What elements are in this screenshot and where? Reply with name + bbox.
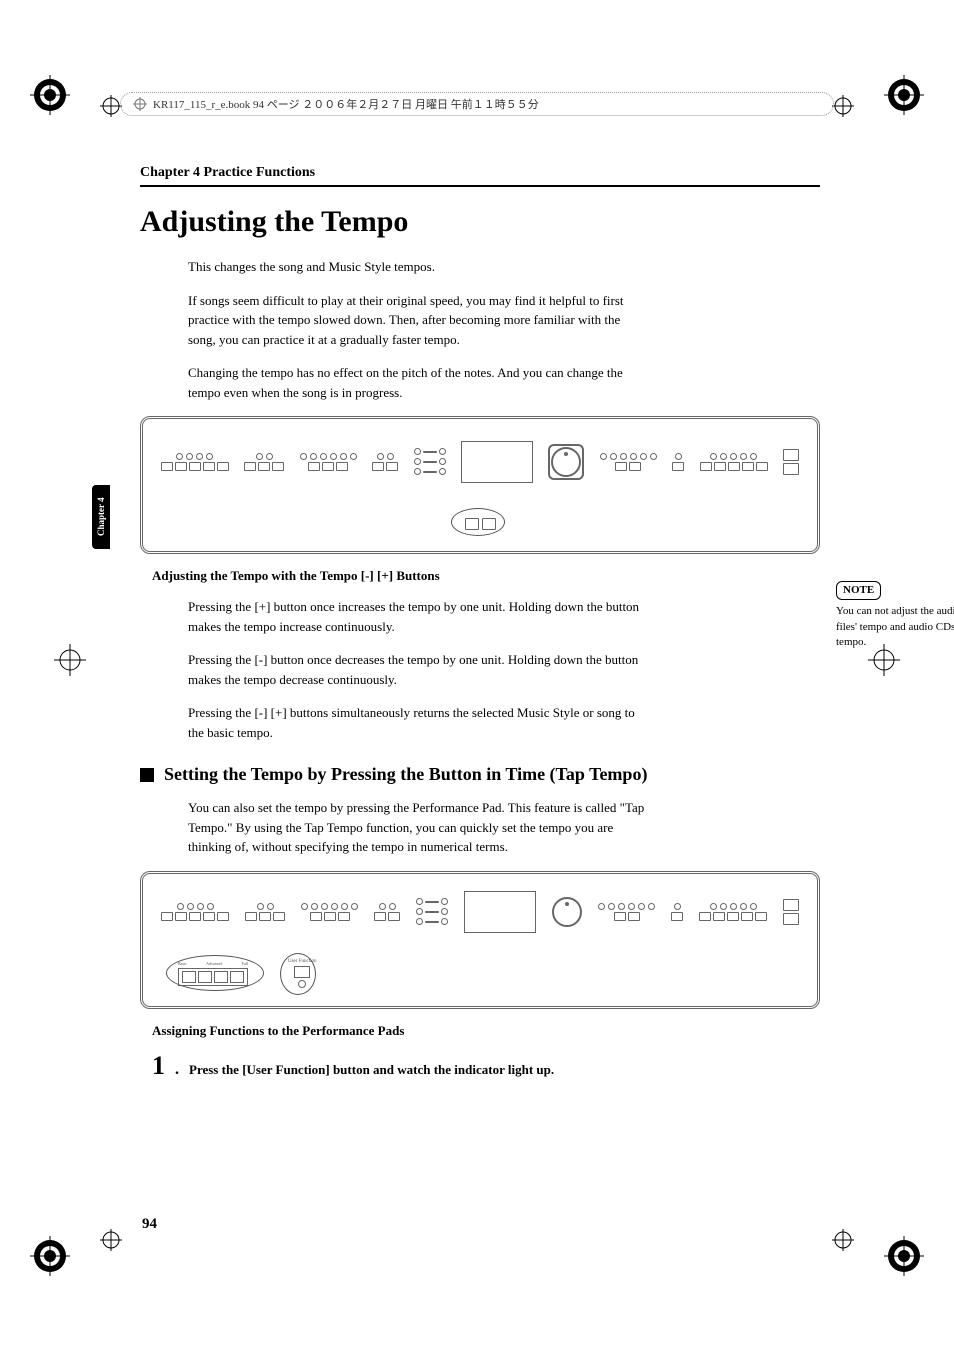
step-number: 1 xyxy=(152,1051,165,1081)
tempo-p3: Pressing the [-] [+] buttons simultaneou… xyxy=(188,703,650,742)
panel2-screen xyxy=(464,891,536,933)
page-title: Adjusting the Tempo xyxy=(140,205,820,239)
running-header: KR117_115_r_e.book 94 ページ ２００６年２月２７日 月曜日… xyxy=(120,92,834,116)
panel-tempo-buttons xyxy=(372,453,398,471)
panel-tone-3 xyxy=(700,453,768,471)
register-mark-icon xyxy=(100,1229,122,1256)
panel2-tone-3 xyxy=(699,903,767,921)
square-bullet-icon xyxy=(140,768,154,782)
subheading-tempo-buttons: Adjusting the Tempo with the Tempo [-] [… xyxy=(152,568,820,584)
crop-mark-icon xyxy=(30,1236,70,1276)
panel2-balance xyxy=(416,898,448,925)
panel-screen xyxy=(461,441,533,483)
note-sidebar: NOTE You can not adjust the audio files'… xyxy=(836,581,954,651)
step-dot: . xyxy=(175,1061,179,1079)
section-tap-tempo-title: Setting the Tempo by Pressing the Button… xyxy=(164,764,647,785)
panel-illustration-tap: Basic Advanced Full User Function xyxy=(140,871,820,1009)
crop-mark-icon xyxy=(884,75,924,115)
tap-tempo-p1: You can also set the tempo by pressing t… xyxy=(188,798,650,857)
note-badge: NOTE xyxy=(836,581,881,600)
intro-paragraph-3: Changing the tempo has no effect on the … xyxy=(188,363,650,402)
pads-callout: Basic Advanced Full xyxy=(178,961,248,986)
register-mark-icon xyxy=(100,95,122,122)
panel2-style xyxy=(301,903,358,921)
panel-dial-frame xyxy=(548,444,584,480)
panel-style xyxy=(300,453,357,471)
panel2-left-controls xyxy=(161,903,229,921)
subheading-assign-pads: Assigning Functions to the Performance P… xyxy=(152,1023,820,1039)
chapter-side-tab: Chapter 4 xyxy=(92,485,110,549)
panel-left-controls xyxy=(161,453,229,471)
register-mark-icon xyxy=(832,1229,854,1256)
step-1: 1. Press the [User Function] button and … xyxy=(152,1051,820,1081)
callout-oval-icon xyxy=(166,955,264,991)
step-text: Press the [User Function] button and wat… xyxy=(189,1062,554,1078)
tempo-p1: Pressing the [+] button once increases t… xyxy=(188,597,650,636)
register-mark-icon xyxy=(832,95,854,122)
book-runner-icon xyxy=(133,97,147,111)
panel2-dial-icon xyxy=(552,897,582,927)
running-header-text: KR117_115_r_e.book 94 ページ ２００６年２月２７日 月曜日… xyxy=(153,96,539,112)
panel2-tone-1 xyxy=(598,903,655,921)
tempo-p2: Pressing the [-] button once decreases t… xyxy=(188,650,650,689)
callout-oval-icon xyxy=(280,953,316,995)
panel2-perf-pad xyxy=(245,903,285,921)
panel-perf-pad xyxy=(244,453,284,471)
crop-mark-icon xyxy=(50,640,90,680)
user-function-callout: User Function xyxy=(288,959,316,988)
crop-mark-icon xyxy=(30,75,70,115)
panel-right-end xyxy=(783,449,799,475)
panel-tone-1 xyxy=(600,453,657,471)
page-number: 94 xyxy=(142,1216,157,1233)
panel-balance xyxy=(414,448,446,475)
chapter-heading: Chapter 4 Practice Functions xyxy=(140,165,820,187)
intro-paragraph-2: If songs seem difficult to play at their… xyxy=(188,291,650,350)
crop-mark-icon xyxy=(884,1236,924,1276)
intro-paragraph-1: This changes the song and Music Style te… xyxy=(188,257,650,277)
callout-oval-icon xyxy=(451,508,505,536)
panel2-tempo xyxy=(374,903,400,921)
section-tap-tempo-heading: Setting the Tempo by Pressing the Button… xyxy=(140,764,820,785)
panel-illustration-tempo xyxy=(140,416,820,554)
panel-tone-2 xyxy=(672,453,684,471)
panel-dial-icon xyxy=(551,447,581,477)
note-text: You can not adjust the audio files' temp… xyxy=(836,604,954,650)
panel2-right-end xyxy=(783,899,799,925)
panel2-tone-2 xyxy=(671,903,683,921)
